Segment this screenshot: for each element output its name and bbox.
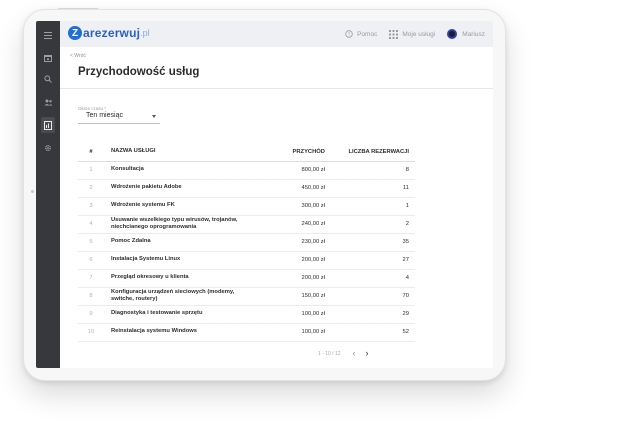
- service-name: Instalacja Systemu Linux: [104, 251, 250, 270]
- booking-count: 52: [327, 323, 415, 342]
- table-row[interactable]: 7 Przegląd okresowy u klienta 200,00 zł …: [78, 269, 415, 288]
- row-number: 7: [78, 269, 104, 288]
- table-row[interactable]: 1 Konsultacja 800,00 zł 8: [78, 161, 415, 180]
- service-name: Usuwanie wszelkiego typu wirusów, trojan…: [104, 215, 250, 234]
- service-name: Wdrożenie systemu FK: [104, 197, 250, 216]
- revenue-table: # NAZWA USŁUGI PRZYCHÓD LICZBA REZERWACJ…: [78, 143, 415, 342]
- row-number: 10: [78, 323, 104, 342]
- sidebar: [36, 21, 60, 368]
- booking-count: 70: [327, 287, 415, 306]
- app-screen: Z arezerwuj .pl ? Pomoc Moje usługi Mariu…: [36, 21, 493, 368]
- row-number: 9: [78, 305, 104, 324]
- pagination-range: 1 - 10 / 12: [318, 350, 341, 357]
- row-number: 4: [78, 215, 104, 234]
- service-name: Przegląd okresowy u klienta: [104, 269, 250, 288]
- help-link[interactable]: ? Pomoc: [345, 30, 377, 38]
- table-row[interactable]: 3 Wdrożenie systemu FK 300,00 zł 1: [78, 197, 415, 216]
- booking-count: 4: [327, 269, 415, 288]
- grid-icon: [389, 29, 399, 39]
- service-name: Reinstalacja systemu Windows: [104, 323, 250, 342]
- service-revenue: 200,00 zł: [250, 269, 327, 288]
- avatar: [447, 29, 458, 39]
- table-row[interactable]: 9 Diagnostyka i testowanie sprzętu 100,0…: [78, 305, 415, 324]
- table-row[interactable]: 5 Pomoc Zdalna 230,00 zł 35: [78, 233, 415, 252]
- booking-count: 1: [327, 197, 415, 216]
- logo-badge: Z: [68, 26, 82, 40]
- row-number: 5: [78, 233, 104, 252]
- logo-text: arezerwuj: [83, 26, 141, 40]
- app-logo[interactable]: Z arezerwuj .pl: [68, 26, 150, 40]
- service-revenue: 800,00 zł: [250, 161, 327, 180]
- col-header-bookings[interactable]: LICZBA REZERWACJI: [327, 143, 415, 162]
- prev-page-button[interactable]: ‹: [353, 349, 356, 358]
- booking-count: 27: [327, 251, 415, 270]
- row-number: 6: [78, 251, 104, 270]
- main-area: Z arezerwuj .pl ? Pomoc Moje usługi Mariu…: [60, 21, 493, 368]
- page-title: Przychodowość usług: [78, 66, 200, 78]
- search-icon[interactable]: [36, 71, 60, 87]
- settings-icon[interactable]: [36, 140, 60, 156]
- page-header: < Wróć Przychodowość usług: [60, 47, 493, 89]
- user-name: Mariusz: [462, 30, 485, 38]
- service-name: Wdrożenie pakietu Adobe: [104, 179, 250, 198]
- reports-icon[interactable]: [36, 117, 60, 133]
- booking-count: 35: [327, 233, 415, 252]
- row-number: 1: [78, 161, 104, 180]
- help-label: Pomoc: [357, 30, 378, 38]
- menu-icon[interactable]: [36, 27, 60, 43]
- period-value: Ten miesiąc: [86, 112, 123, 119]
- service-revenue: 100,00 zł: [250, 323, 327, 342]
- row-number: 2: [78, 179, 104, 198]
- col-header-number[interactable]: #: [78, 143, 104, 162]
- row-number: 8: [78, 287, 104, 306]
- service-name: Konsultacja: [104, 161, 250, 180]
- col-header-revenue[interactable]: PRZYCHÓD: [250, 143, 327, 162]
- user-menu[interactable]: Mariusz: [447, 29, 485, 39]
- svg-text:?: ?: [348, 32, 351, 37]
- table-row[interactable]: 2 Wdrożenie pakietu Adobe 450,00 zł 11: [78, 179, 415, 198]
- table-header-row: # NAZWA USŁUGI PRZYCHÓD LICZBA REZERWACJ…: [78, 143, 415, 162]
- tablet-top-edge: [58, 8, 98, 9]
- service-name: Diagnostyka i testowanie sprzętu: [104, 305, 250, 324]
- booking-count: 8: [327, 161, 415, 180]
- tablet-home-dot: [31, 190, 34, 193]
- service-name: Pomoc Zdalna: [104, 233, 250, 252]
- services-label: Moje usługi: [402, 30, 436, 38]
- top-bar: Z arezerwuj .pl ? Pomoc Moje usługi Mariu…: [60, 21, 493, 47]
- service-revenue: 100,00 zł: [250, 305, 327, 324]
- top-bar-actions: ? Pomoc Moje usługi Mariusz: [333, 21, 485, 47]
- back-link[interactable]: < Wróć: [70, 53, 86, 59]
- logo-tld: .pl: [140, 28, 150, 38]
- help-icon: ?: [345, 30, 353, 38]
- table-row[interactable]: 4 Usuwanie wszelkiego typu wirusów, troj…: [78, 215, 415, 234]
- booking-count: 11: [327, 179, 415, 198]
- calendar-icon[interactable]: [36, 50, 60, 66]
- users-icon[interactable]: [36, 94, 60, 110]
- services-link[interactable]: Moje usługi: [389, 29, 436, 39]
- next-page-button[interactable]: ›: [366, 349, 369, 358]
- service-revenue: 450,00 zł: [250, 179, 327, 198]
- col-header-service[interactable]: NAZWA USŁUGI: [104, 143, 250, 162]
- table-row[interactable]: 6 Instalacja Systemu Linux 200,00 zł 27: [78, 251, 415, 270]
- table-row[interactable]: 8 Konfiguracja urządzeń sieciowych (mode…: [78, 287, 415, 306]
- row-number: 3: [78, 197, 104, 216]
- service-revenue: 300,00 zł: [250, 197, 327, 216]
- caret-down-icon: [152, 115, 156, 118]
- service-revenue: 240,00 zł: [250, 215, 327, 234]
- page-content: Okres czasu * Ten miesiąc # NAZWA USŁUGI…: [60, 89, 493, 368]
- period-label: Okres czasu *: [78, 106, 107, 111]
- service-revenue: 200,00 zł: [250, 251, 327, 270]
- service-revenue: 230,00 zł: [250, 233, 327, 252]
- pagination: 1 - 10 / 12 ‹ ›: [318, 349, 369, 358]
- table-row[interactable]: 10 Reinstalacja systemu Windows 100,00 z…: [78, 323, 415, 342]
- service-revenue: 150,00 zł: [250, 287, 327, 306]
- service-name: Konfiguracja urządzeń sieciowych (modemy…: [104, 287, 250, 306]
- period-select[interactable]: Ten miesiąc: [78, 112, 160, 124]
- booking-count: 29: [327, 305, 415, 324]
- booking-count: 2: [327, 215, 415, 234]
